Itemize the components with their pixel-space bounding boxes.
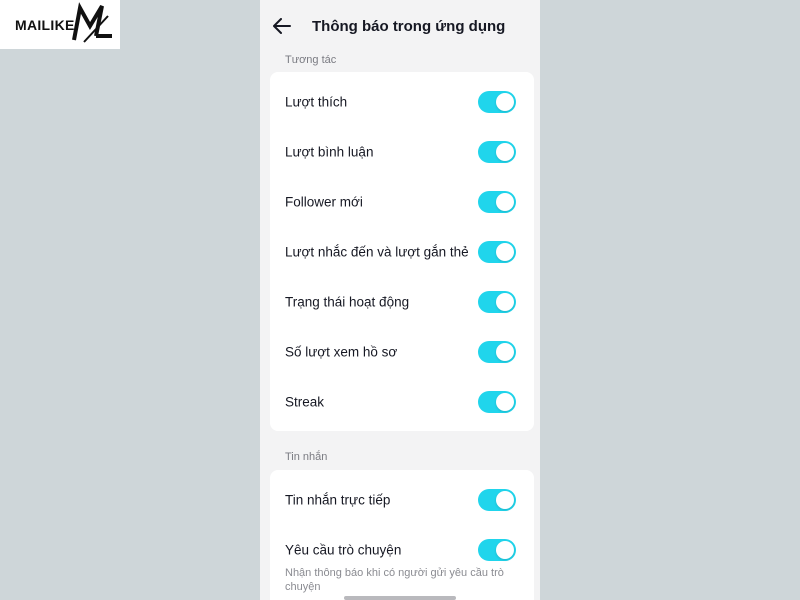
setting-label: Streak xyxy=(285,394,325,410)
setting-row-new-followers[interactable]: Follower mới xyxy=(270,177,534,227)
toggle-knob xyxy=(496,343,514,361)
section-label-messages: Tin nhắn xyxy=(285,451,328,463)
toggle-knob xyxy=(496,491,514,509)
watermark-text: MAILIKE xyxy=(15,16,75,33)
setting-label: Yêu cầu trò chuyện xyxy=(285,542,402,558)
chat-requests-description: Nhận thông báo khi có người gửi yêu cầu … xyxy=(285,567,504,593)
setting-label: Trạng thái hoạt động xyxy=(285,294,410,310)
toggle-knob xyxy=(496,193,514,211)
streak-toggle[interactable] xyxy=(478,391,516,413)
back-button[interactable] xyxy=(270,14,294,38)
watermark-logo: MAILIKE xyxy=(0,0,120,49)
interactions-card: Lượt thích Lượt bình luận Follower mới L… xyxy=(270,72,534,431)
arrow-left-icon xyxy=(273,18,291,34)
home-indicator xyxy=(344,596,456,600)
setting-label: Lượt thích xyxy=(285,94,348,110)
page-title: Thông báo trong ứng dụng xyxy=(312,18,506,35)
toggle-knob xyxy=(496,143,514,161)
setting-label: Tin nhắn trực tiếp xyxy=(285,492,391,508)
toggle-knob xyxy=(496,93,514,111)
toggle-knob xyxy=(496,393,514,411)
activity-status-toggle[interactable] xyxy=(478,291,516,313)
section-label-interactions: Tương tác xyxy=(285,54,337,66)
new-followers-toggle[interactable] xyxy=(478,191,516,213)
setting-label: Lượt bình luận xyxy=(285,144,374,160)
chat-requests-toggle[interactable] xyxy=(478,539,516,561)
setting-label: Lượt nhắc đến và lượt gắn thẻ xyxy=(285,244,469,260)
setting-label: Số lượt xem hồ sơ xyxy=(285,344,398,360)
mentions-tags-toggle[interactable] xyxy=(478,241,516,263)
toggle-knob xyxy=(496,293,514,311)
setting-label: Follower mới xyxy=(285,194,363,210)
toggle-knob xyxy=(496,541,514,559)
header: Thông báo trong ứng dụng xyxy=(260,0,540,52)
settings-screen: Thông báo trong ứng dụng Tương tác Lượt … xyxy=(260,0,540,600)
direct-messages-toggle[interactable] xyxy=(478,489,516,511)
setting-row-profile-views[interactable]: Số lượt xem hồ sơ xyxy=(270,327,534,377)
setting-row-likes[interactable]: Lượt thích xyxy=(270,77,534,127)
likes-toggle[interactable] xyxy=(478,91,516,113)
toggle-knob xyxy=(496,243,514,261)
comments-toggle[interactable] xyxy=(478,141,516,163)
setting-row-comments[interactable]: Lượt bình luận xyxy=(270,127,534,177)
ml-logo-icon xyxy=(72,2,112,43)
setting-row-mentions-tags[interactable]: Lượt nhắc đến và lượt gắn thẻ xyxy=(270,227,534,277)
profile-views-toggle[interactable] xyxy=(478,341,516,363)
setting-row-activity-status[interactable]: Trạng thái hoạt động xyxy=(270,277,534,327)
setting-row-streak[interactable]: Streak xyxy=(270,377,534,427)
setting-row-direct-messages[interactable]: Tin nhắn trực tiếp xyxy=(270,475,534,525)
